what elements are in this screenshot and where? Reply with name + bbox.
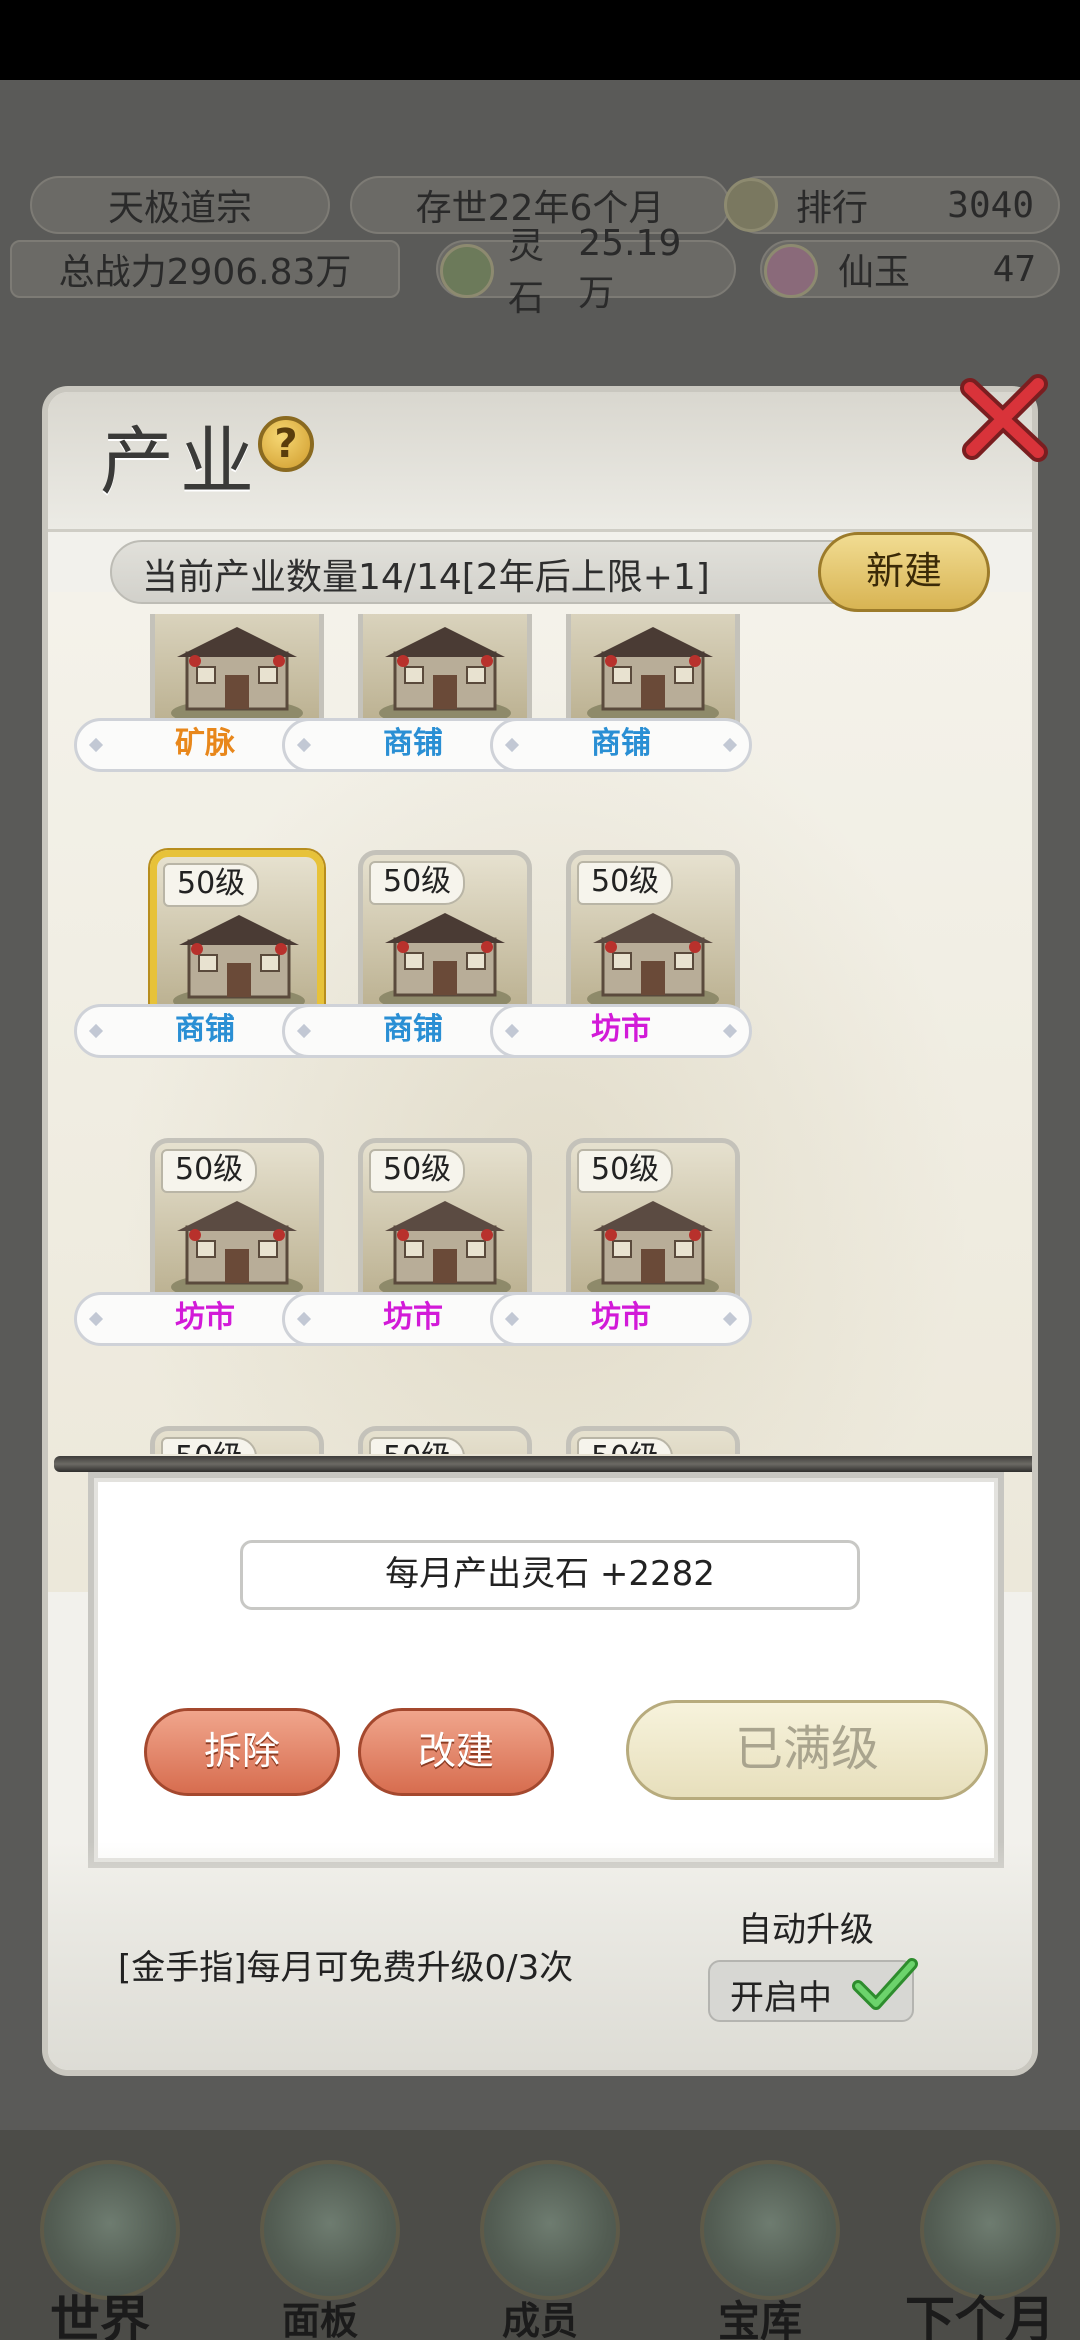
building-icon bbox=[373, 895, 517, 1015]
nav-next-month[interactable]: 下个月 bbox=[890, 2140, 1070, 2340]
industry-count-text: 当前产业数量14/14[2年后上限+1] bbox=[142, 557, 710, 598]
close-button[interactable] bbox=[956, 370, 1052, 466]
spirit-stone-label: 灵石 bbox=[508, 226, 545, 319]
nav-next-month-label: 下个月 bbox=[905, 2290, 1055, 2340]
building-icon bbox=[581, 614, 725, 729]
help-icon[interactable]: ? bbox=[258, 416, 314, 472]
industry-tile[interactable]: 50级 bbox=[358, 850, 532, 1026]
sect-name-text: 天极道宗 bbox=[107, 188, 252, 229]
auto-upgrade-state: 开启中 bbox=[730, 1978, 832, 2018]
rank-label: 排行 bbox=[796, 188, 869, 229]
jade-label: 仙玉 bbox=[838, 252, 911, 293]
spirit-stone-value: 25.19万 bbox=[578, 222, 682, 314]
jade-icon bbox=[764, 244, 818, 298]
industry-type-label[interactable]: 坊市 bbox=[490, 1004, 752, 1058]
check-icon bbox=[852, 1958, 918, 2010]
rank-pill[interactable]: 排行 3040 bbox=[730, 176, 1060, 234]
tile-level-badge: 50级 bbox=[369, 861, 466, 905]
nav-world-label: 世界 bbox=[50, 2290, 150, 2340]
tile-level-badge: 50级 bbox=[369, 1149, 466, 1193]
nav-world[interactable]: 世界 bbox=[10, 2140, 190, 2340]
tile-level-badge: 50级 bbox=[577, 861, 674, 905]
industry-tile[interactable]: 50级 bbox=[150, 1138, 324, 1314]
free-upgrade-note: [金手指]每月可免费升级0/3次 bbox=[118, 1948, 574, 1988]
industry-tile[interactable]: 50级 bbox=[150, 1426, 324, 1454]
monthly-output-text: 每月产出灵石 +2282 bbox=[240, 1540, 860, 1610]
industry-type-label[interactable]: 坊市 bbox=[490, 1292, 752, 1346]
industry-info-panel: 每月产出灵石 +2282 拆除 改建 已满级 bbox=[88, 1472, 1004, 1868]
next-month-icon bbox=[920, 2160, 1060, 2300]
spirit-stone-icon bbox=[440, 244, 494, 298]
industry-tile[interactable]: 50级 bbox=[566, 1138, 740, 1314]
members-icon bbox=[480, 2160, 620, 2300]
nav-panel[interactable]: 面板 bbox=[230, 2140, 410, 2340]
treasury-icon bbox=[700, 2160, 840, 2300]
industry-tile[interactable]: 50级 bbox=[566, 1426, 740, 1454]
rank-icon bbox=[724, 178, 778, 232]
close-icon bbox=[960, 374, 1048, 462]
industry-tile[interactable]: 50级 bbox=[150, 850, 324, 1026]
building-icon bbox=[373, 614, 517, 729]
tile-level-badge: 50级 bbox=[369, 1437, 466, 1454]
demolish-button[interactable]: 拆除 bbox=[144, 1708, 340, 1796]
industry-type-label[interactable]: 商铺 bbox=[490, 718, 752, 772]
tile-level-badge: 50级 bbox=[161, 1149, 258, 1193]
rebuild-button[interactable]: 改建 bbox=[358, 1708, 554, 1796]
rank-value: 3040 bbox=[947, 184, 1034, 226]
building-icon bbox=[373, 1183, 517, 1303]
panel-divider-rail bbox=[54, 1456, 1032, 1472]
new-build-button[interactable]: 新建 bbox=[818, 532, 990, 612]
status-bar bbox=[0, 0, 1080, 80]
sect-name: 天极道宗 bbox=[30, 176, 330, 234]
industry-modal: 产业 ? 当前产业数量14/14[2年后上限+1] 新建 矿脉 商铺 商铺 50级 商铺… bbox=[42, 386, 1038, 2076]
nav-members[interactable]: 成员 bbox=[450, 2140, 630, 2340]
industry-tile[interactable]: 50级 bbox=[358, 1138, 532, 1314]
building-icon bbox=[167, 897, 311, 1017]
nav-treasury-label: 宝库 bbox=[717, 2297, 802, 2340]
panel-icon bbox=[260, 2160, 400, 2300]
tile-level-badge: 50级 bbox=[161, 1437, 258, 1454]
tile-level-badge: 50级 bbox=[577, 1437, 674, 1454]
building-icon bbox=[581, 895, 725, 1015]
auto-upgrade-toggle[interactable]: 开启中 bbox=[708, 1958, 918, 2022]
power-text: 总战力2906.83万 bbox=[58, 252, 352, 293]
jade-value: 47 bbox=[992, 248, 1036, 290]
world-icon bbox=[40, 2160, 180, 2300]
power-pill: 总战力2906.83万 bbox=[10, 240, 400, 298]
industry-tile[interactable]: 50级 bbox=[358, 1426, 532, 1454]
nav-treasury[interactable]: 宝库 bbox=[670, 2140, 850, 2340]
building-icon bbox=[581, 1183, 725, 1303]
nav-panel-label: 面板 bbox=[281, 2298, 358, 2340]
industry-grid[interactable]: 矿脉商铺商铺50级商铺50级商铺50级坊市50级坊市50级坊市50级坊市50级5… bbox=[48, 614, 1032, 1454]
modal-title: 产业 bbox=[100, 419, 260, 505]
auto-upgrade-label: 自动升级 bbox=[738, 1910, 874, 1950]
tile-level-badge: 50级 bbox=[577, 1149, 674, 1193]
max-level-button: 已满级 bbox=[626, 1700, 988, 1800]
tile-level-badge: 50级 bbox=[163, 863, 260, 907]
building-icon bbox=[165, 1183, 309, 1303]
industry-tile[interactable]: 50级 bbox=[566, 850, 740, 1026]
building-icon bbox=[165, 614, 309, 729]
nav-members-label: 成员 bbox=[501, 2298, 578, 2340]
